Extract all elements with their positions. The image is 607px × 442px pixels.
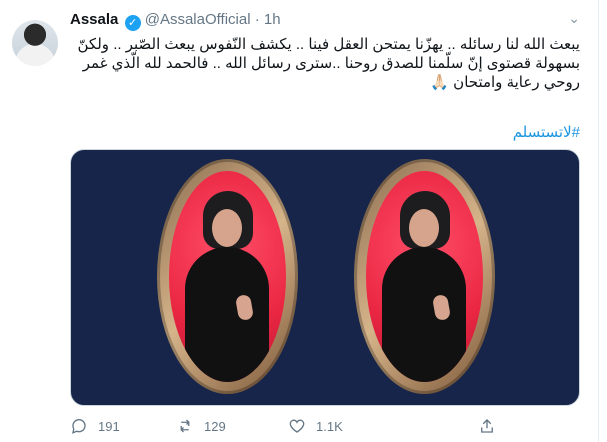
tweet-image[interactable] [70, 149, 580, 406]
portrait-frame-right [354, 159, 495, 394]
outfit-shape [185, 247, 269, 382]
portrait-right [366, 171, 483, 382]
tweet-header: Assala ✓ @AssalaOfficial · 1h [70, 11, 281, 31]
heart-icon [289, 419, 305, 433]
chevron-down-icon[interactable]: ⌄ [568, 10, 580, 27]
tweet-card[interactable]: Assala ✓ @AssalaOfficial · 1h ⌄ يبعث الل… [0, 0, 599, 442]
retweet-count: 129 [204, 418, 226, 434]
face-shape [409, 209, 439, 247]
tweet-actions: 191 129 1.1K [70, 417, 590, 439]
tweet-time[interactable]: 1h [264, 11, 281, 28]
verified-icon: ✓ [124, 15, 141, 31]
retweet-icon [180, 419, 190, 433]
reply-count: 191 [98, 418, 120, 434]
outfit-shape [382, 247, 466, 382]
avatar[interactable] [12, 20, 58, 66]
like-count: 1.1K [316, 418, 343, 434]
portrait-frame-left [157, 159, 298, 394]
reply-button[interactable]: 191 [70, 417, 120, 435]
reply-icon [72, 419, 86, 434]
retweet-button[interactable]: 129 [176, 417, 226, 435]
like-button[interactable]: 1.1K [288, 417, 343, 435]
face-shape [212, 209, 242, 247]
tweet-text: يبعث الله لنا رسائله .. يهزّنا يمتحن الع… [77, 36, 580, 91]
hashtag-link[interactable]: #لاتستسلم [70, 123, 580, 141]
share-icon [481, 419, 493, 433]
separator-dot: · [254, 11, 260, 28]
portrait-left [169, 171, 286, 382]
author-handle[interactable]: @AssalaOfficial [145, 11, 251, 28]
author-name[interactable]: Assala [70, 11, 118, 28]
share-button[interactable] [478, 417, 496, 435]
